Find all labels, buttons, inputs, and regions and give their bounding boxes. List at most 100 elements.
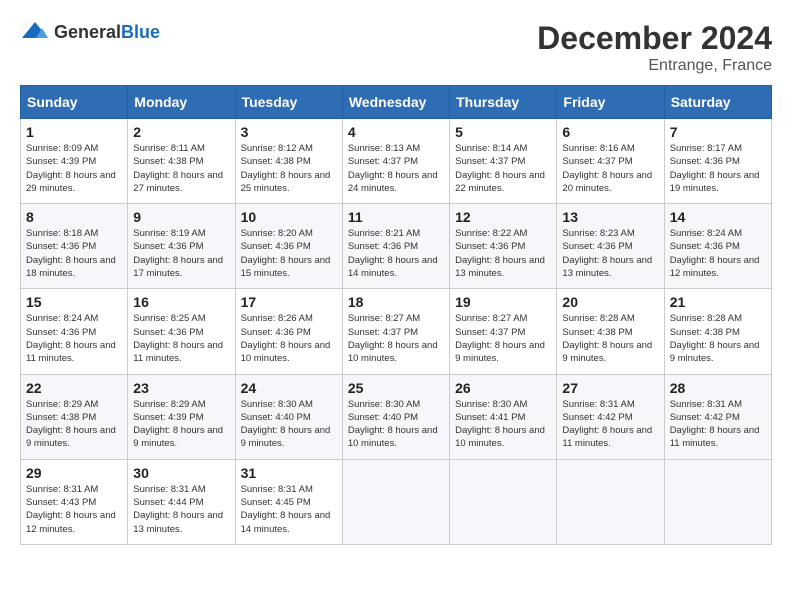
day-info: Sunrise: 8:12 AMSunset: 4:38 PMDaylight:…: [241, 142, 337, 195]
day-info: Sunrise: 8:30 AMSunset: 4:41 PMDaylight:…: [455, 398, 551, 451]
weekday-header-wednesday: Wednesday: [342, 86, 449, 119]
day-number: 24: [241, 380, 337, 396]
calendar-cell: 10 Sunrise: 8:20 AMSunset: 4:36 PMDayligh…: [235, 204, 342, 289]
calendar-cell: 2 Sunrise: 8:11 AMSunset: 4:38 PMDaylight…: [128, 119, 235, 204]
weekday-header-sunday: Sunday: [21, 86, 128, 119]
day-number: 17: [241, 294, 337, 310]
calendar-table: SundayMondayTuesdayWednesdayThursdayFrid…: [20, 85, 772, 545]
month-title: December 2024: [537, 20, 772, 57]
day-number: 15: [26, 294, 122, 310]
calendar-cell: 7Sunrise: 8:17 AMSunset: 4:36 PMDaylight…: [664, 119, 771, 204]
week-row-4: 22 Sunrise: 8:29 AMSunset: 4:38 PMDayligh…: [21, 374, 772, 459]
week-row-2: 8 Sunrise: 8:18 AMSunset: 4:36 PMDaylight…: [21, 204, 772, 289]
location-title: Entrange, France: [537, 57, 772, 75]
calendar-cell: 28Sunrise: 8:31 AMSunset: 4:42 PMDayligh…: [664, 374, 771, 459]
calendar-cell: 3Sunrise: 8:12 AMSunset: 4:38 PMDaylight…: [235, 119, 342, 204]
day-number: 8: [26, 209, 122, 225]
logo-blue: Blue: [121, 22, 160, 42]
day-number: 6: [562, 124, 658, 140]
day-info: Sunrise: 8:26 AMSunset: 4:36 PMDaylight:…: [241, 312, 337, 365]
week-row-3: 15 Sunrise: 8:24 AMSunset: 4:36 PMDayligh…: [21, 289, 772, 374]
week-row-5: 29 Sunrise: 8:31 AMSunset: 4:43 PMDayligh…: [21, 459, 772, 544]
title-area: December 2024 Entrange, France: [537, 20, 772, 75]
calendar-cell: 17 Sunrise: 8:26 AMSunset: 4:36 PMDayligh…: [235, 289, 342, 374]
day-number: 19: [455, 294, 551, 310]
day-number: 22: [26, 380, 122, 396]
calendar-cell: 12 Sunrise: 8:22 AMSunset: 4:36 PMDayligh…: [450, 204, 557, 289]
day-number: 7: [670, 124, 766, 140]
calendar-cell: 19 Sunrise: 8:27 AMSunset: 4:37 PMDayligh…: [450, 289, 557, 374]
day-number: 5: [455, 124, 551, 140]
day-info: Sunrise: 8:13 AMSunset: 4:37 PMDaylight:…: [348, 142, 444, 195]
logo: GeneralBlue: [20, 20, 160, 44]
day-number: 25: [348, 380, 444, 396]
calendar-cell: 14Sunrise: 8:24 AMSunset: 4:36 PMDayligh…: [664, 204, 771, 289]
day-info: Sunrise: 8:31 AMSunset: 4:44 PMDaylight:…: [133, 483, 229, 536]
day-info: Sunrise: 8:19 AMSunset: 4:36 PMDaylight:…: [133, 227, 229, 280]
calendar-cell: 20 Sunrise: 8:28 AMSunset: 4:38 PMDayligh…: [557, 289, 664, 374]
day-info: Sunrise: 8:29 AMSunset: 4:39 PMDaylight:…: [133, 398, 229, 451]
day-number: 29: [26, 465, 122, 481]
day-number: 13: [562, 209, 658, 225]
day-info: Sunrise: 8:31 AMSunset: 4:43 PMDaylight:…: [26, 483, 122, 536]
calendar-cell: 1 Sunrise: 8:09 AMSunset: 4:39 PMDaylight…: [21, 119, 128, 204]
day-info: Sunrise: 8:11 AMSunset: 4:38 PMDaylight:…: [133, 142, 229, 195]
calendar-cell: 21 Sunrise: 8:28 AMSunset: 4:38 PMDayligh…: [664, 289, 771, 374]
calendar-cell: [450, 459, 557, 544]
calendar-cell: 9 Sunrise: 8:19 AMSunset: 4:36 PMDaylight…: [128, 204, 235, 289]
day-number: 16: [133, 294, 229, 310]
day-number: 31: [241, 465, 337, 481]
day-info: Sunrise: 8:27 AMSunset: 4:37 PMDaylight:…: [455, 312, 551, 365]
day-info: Sunrise: 8:16 AMSunset: 4:37 PMDaylight:…: [562, 142, 658, 195]
day-info: Sunrise: 8:20 AMSunset: 4:36 PMDaylight:…: [241, 227, 337, 280]
day-number: 20: [562, 294, 658, 310]
day-info: Sunrise: 8:23 AMSunset: 4:36 PMDaylight:…: [562, 227, 658, 280]
day-info: Sunrise: 8:30 AMSunset: 4:40 PMDaylight:…: [348, 398, 444, 451]
day-info: Sunrise: 8:14 AMSunset: 4:37 PMDaylight:…: [455, 142, 551, 195]
day-number: 26: [455, 380, 551, 396]
calendar-cell: 15 Sunrise: 8:24 AMSunset: 4:36 PMDayligh…: [21, 289, 128, 374]
calendar-cell: 5 Sunrise: 8:14 AMSunset: 4:37 PMDaylight…: [450, 119, 557, 204]
day-number: 30: [133, 465, 229, 481]
day-number: 14: [670, 209, 766, 225]
day-number: 28: [670, 380, 766, 396]
calendar-cell: 31 Sunrise: 8:31 AMSunset: 4:45 PMDayligh…: [235, 459, 342, 544]
weekday-header-friday: Friday: [557, 86, 664, 119]
day-info: Sunrise: 8:24 AMSunset: 4:36 PMDaylight:…: [26, 312, 122, 365]
weekday-header-monday: Monday: [128, 86, 235, 119]
day-number: 10: [241, 209, 337, 225]
day-info: Sunrise: 8:22 AMSunset: 4:36 PMDaylight:…: [455, 227, 551, 280]
day-number: 1: [26, 124, 122, 140]
weekday-header-tuesday: Tuesday: [235, 86, 342, 119]
day-number: 12: [455, 209, 551, 225]
day-info: Sunrise: 8:30 AMSunset: 4:40 PMDaylight:…: [241, 398, 337, 451]
logo-icon: [20, 20, 50, 44]
calendar-cell: 13 Sunrise: 8:23 AMSunset: 4:36 PMDayligh…: [557, 204, 664, 289]
calendar-cell: 4 Sunrise: 8:13 AMSunset: 4:37 PMDaylight…: [342, 119, 449, 204]
calendar-cell: 18Sunrise: 8:27 AMSunset: 4:37 PMDayligh…: [342, 289, 449, 374]
calendar-cell: 29 Sunrise: 8:31 AMSunset: 4:43 PMDayligh…: [21, 459, 128, 544]
day-number: 9: [133, 209, 229, 225]
weekday-header-saturday: Saturday: [664, 86, 771, 119]
day-info: Sunrise: 8:29 AMSunset: 4:38 PMDaylight:…: [26, 398, 122, 451]
day-info: Sunrise: 8:28 AMSunset: 4:38 PMDaylight:…: [562, 312, 658, 365]
day-info: Sunrise: 8:28 AMSunset: 4:38 PMDaylight:…: [670, 312, 766, 365]
day-number: 27: [562, 380, 658, 396]
calendar-cell: 24 Sunrise: 8:30 AMSunset: 4:40 PMDayligh…: [235, 374, 342, 459]
day-info: Sunrise: 8:31 AMSunset: 4:45 PMDaylight:…: [241, 483, 337, 536]
calendar-cell: 27 Sunrise: 8:31 AMSunset: 4:42 PMDayligh…: [557, 374, 664, 459]
day-info: Sunrise: 8:09 AMSunset: 4:39 PMDaylight:…: [26, 142, 122, 195]
day-info: Sunrise: 8:31 AMSunset: 4:42 PMDaylight:…: [562, 398, 658, 451]
day-number: 21: [670, 294, 766, 310]
day-info: Sunrise: 8:18 AMSunset: 4:36 PMDaylight:…: [26, 227, 122, 280]
calendar-cell: [342, 459, 449, 544]
calendar-cell: 22 Sunrise: 8:29 AMSunset: 4:38 PMDayligh…: [21, 374, 128, 459]
day-number: 2: [133, 124, 229, 140]
day-info: Sunrise: 8:27 AMSunset: 4:37 PMDaylight:…: [348, 312, 444, 365]
calendar-cell: 23 Sunrise: 8:29 AMSunset: 4:39 PMDayligh…: [128, 374, 235, 459]
week-row-1: 1 Sunrise: 8:09 AMSunset: 4:39 PMDaylight…: [21, 119, 772, 204]
page-header: GeneralBlue December 2024 Entrange, Fran…: [20, 20, 772, 75]
day-number: 4: [348, 124, 444, 140]
calendar-cell: 6 Sunrise: 8:16 AMSunset: 4:37 PMDaylight…: [557, 119, 664, 204]
day-number: 23: [133, 380, 229, 396]
